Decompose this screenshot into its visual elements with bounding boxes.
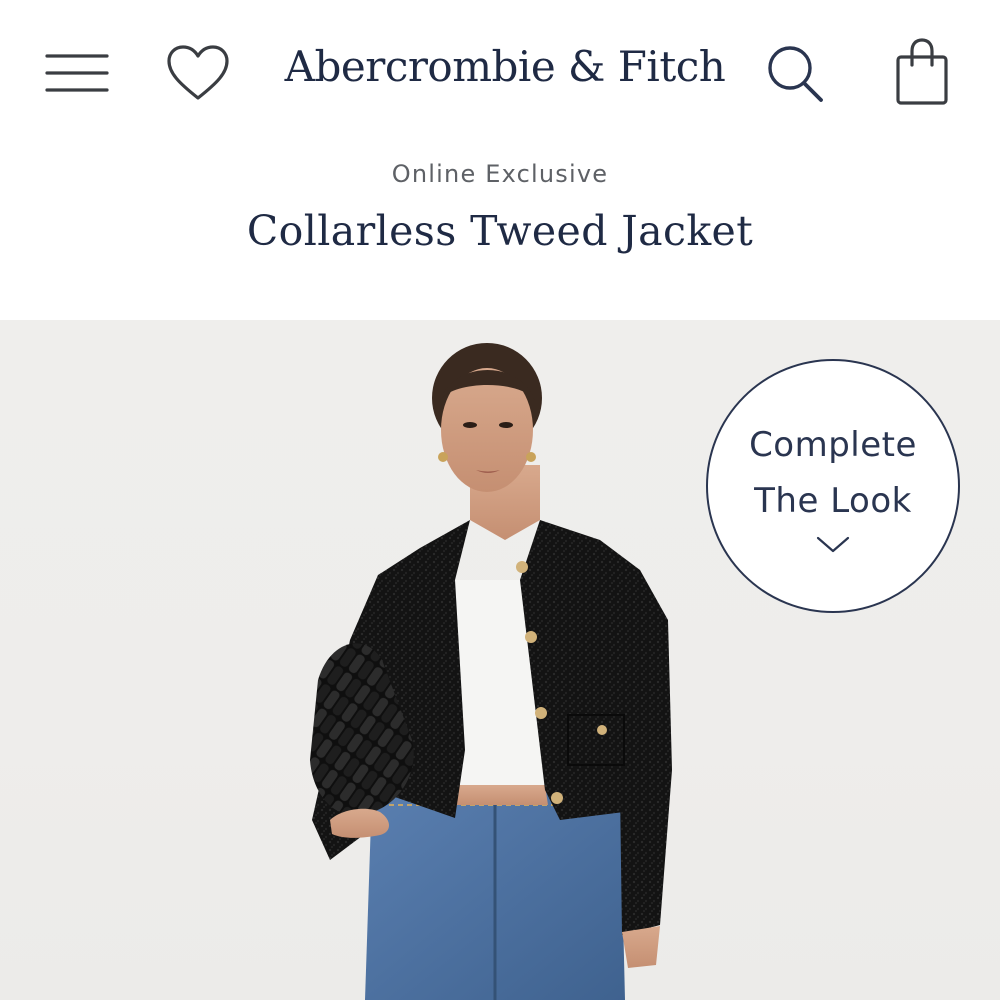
shopping-bag-button[interactable]	[884, 30, 960, 112]
product-page: Abercrombie & Fitch Online Exclusive Col…	[0, 0, 1000, 1000]
heart-icon	[167, 45, 229, 100]
product-eyebrow: Online Exclusive	[391, 160, 609, 188]
shopping-bag-icon	[896, 38, 948, 105]
hamburger-menu-icon	[45, 54, 109, 92]
chevron-down-icon	[816, 536, 850, 553]
search-button[interactable]	[758, 36, 832, 110]
complete-the-look-line2: The Look	[754, 481, 912, 521]
menu-button[interactable]	[36, 38, 116, 108]
jacket-button	[516, 561, 528, 573]
product-title: Collarless Tweed Jacket	[246, 207, 754, 255]
jacket-button	[551, 792, 563, 804]
search-icon	[768, 46, 823, 102]
wishlist-button[interactable]	[160, 38, 236, 108]
pocket-button	[597, 725, 607, 735]
jacket-button	[525, 631, 537, 643]
complete-the-look-button[interactable]: Complete The Look	[706, 359, 960, 613]
site-header: Abercrombie & Fitch	[0, 0, 1000, 140]
brand-logo[interactable]: Abercrombie & Fitch	[250, 36, 760, 98]
jacket-button	[535, 707, 547, 719]
complete-the-look-line1: Complete	[749, 425, 917, 465]
